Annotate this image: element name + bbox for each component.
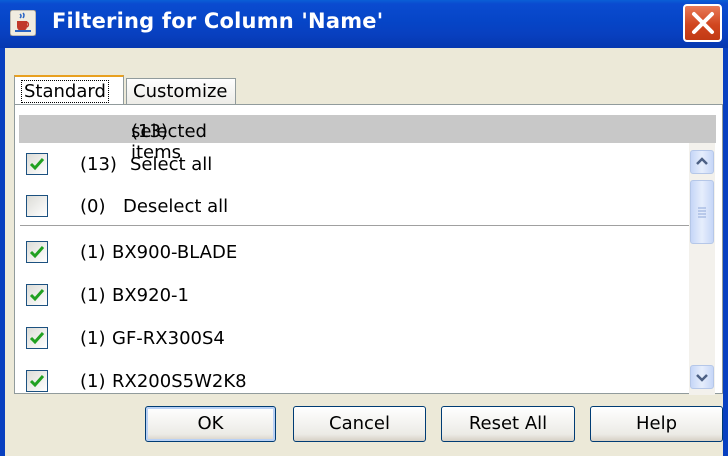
tab-customize-label: Customize — [133, 81, 228, 102]
chevron-down-icon — [696, 374, 708, 382]
list-item[interactable]: (1) BX900-BLADE — [20, 233, 689, 273]
close-icon — [692, 12, 714, 34]
grip-icon — [698, 207, 706, 218]
item-label: BX900-BLADE — [112, 242, 238, 263]
filter-panel: (13) selected items (13) Select all (0) … — [14, 104, 723, 395]
deselect-all-label: Deselect all — [123, 196, 229, 217]
vertical-scrollbar[interactable] — [689, 143, 715, 395]
item-checkbox[interactable] — [26, 241, 48, 263]
window-border-left — [0, 48, 5, 456]
item-count: (1) — [80, 371, 106, 392]
cancel-button[interactable]: Cancel — [293, 406, 426, 442]
ok-button[interactable]: OK — [145, 406, 276, 442]
deselect-all-checkbox[interactable] — [26, 195, 48, 217]
filter-list: (13) Select all (0) Deselect all (1) BX9… — [20, 143, 689, 401]
chevron-up-icon — [696, 157, 708, 165]
check-icon — [29, 289, 45, 302]
list-item[interactable]: (1) RX200S5W2K8 — [20, 362, 689, 401]
item-label: RX200S5W2K8 — [112, 371, 247, 392]
list-divider — [20, 225, 689, 226]
item-label: BX920-1 — [112, 285, 189, 306]
item-checkbox[interactable] — [26, 327, 48, 349]
item-label: GF-RX300S4 — [112, 328, 225, 349]
window-border-right — [723, 48, 728, 456]
item-count: (1) — [80, 242, 106, 263]
item-count: (1) — [80, 285, 106, 306]
dialog-title: Filtering for Column 'Name' — [52, 9, 384, 33]
item-count: (1) — [80, 328, 106, 349]
item-checkbox[interactable] — [26, 370, 48, 392]
scroll-thumb[interactable] — [690, 180, 714, 244]
deselect-all-count: (0) — [80, 196, 106, 217]
item-checkbox[interactable] — [26, 284, 48, 306]
filter-dialog: Filtering for Column 'Name' Standard Cus… — [0, 0, 728, 456]
list-item[interactable]: (1) BX920-1 — [20, 276, 689, 316]
check-icon — [29, 332, 45, 345]
deselect-all-row[interactable]: (0) Deselect all — [20, 187, 689, 227]
help-button[interactable]: Help — [590, 406, 723, 442]
scroll-up-button[interactable] — [690, 150, 714, 174]
select-all-count: (13) — [80, 154, 117, 175]
select-all-checkbox[interactable] — [26, 153, 48, 175]
selection-summary: (13) selected items — [19, 115, 716, 163]
check-icon — [29, 375, 45, 388]
check-icon — [29, 158, 45, 171]
reset-all-button[interactable]: Reset All — [441, 406, 575, 442]
scroll-down-button[interactable] — [690, 365, 714, 389]
check-icon — [29, 246, 45, 259]
title-bar[interactable]: Filtering for Column 'Name' — [0, 0, 728, 48]
java-cup-icon — [9, 9, 37, 37]
tab-customize[interactable]: Customize — [126, 78, 236, 105]
select-all-row[interactable]: (13) Select all — [20, 145, 689, 185]
tab-standard[interactable]: Standard — [14, 75, 124, 105]
select-all-label: Select all — [130, 154, 213, 175]
list-item[interactable]: (1) GF-RX300S4 — [20, 319, 689, 359]
tab-standard-label: Standard — [21, 80, 109, 103]
close-button[interactable] — [683, 4, 722, 42]
